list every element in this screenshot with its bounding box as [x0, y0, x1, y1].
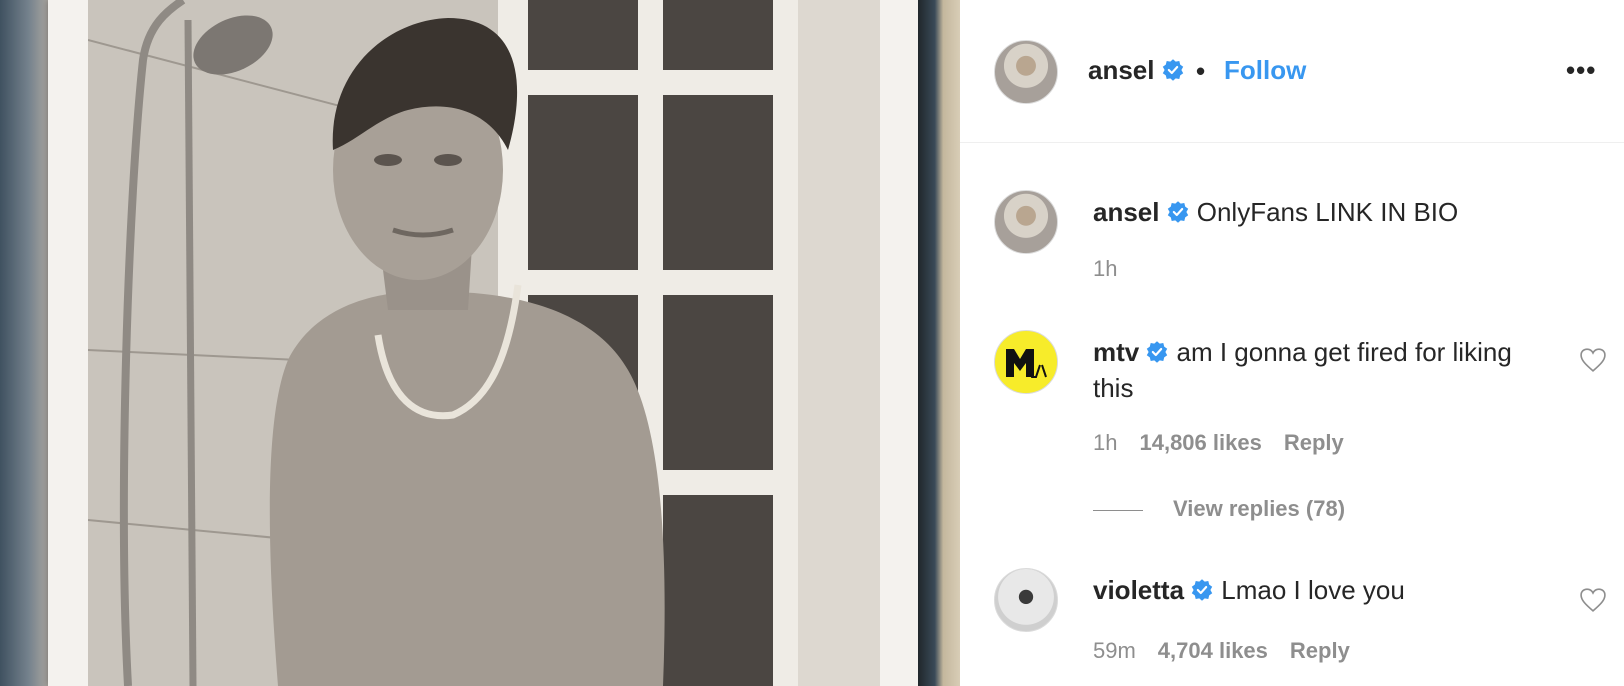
comment-body: OnlyFans LINK IN BIO [1196, 197, 1459, 227]
view-replies-button[interactable]: View replies (78) [1093, 496, 1345, 522]
mtv-logo[interactable] [994, 330, 1058, 394]
heart-icon[interactable] [1580, 588, 1606, 612]
comment-meta: 1h [1093, 256, 1139, 282]
photo-print-image [88, 0, 880, 686]
view-replies-label: View replies (78) [1173, 496, 1346, 521]
comment-time[interactable]: 59m [1093, 638, 1136, 663]
heart-icon[interactable] [1580, 348, 1606, 372]
comment-avatar[interactable] [994, 568, 1058, 632]
comment-text-row: ansel OnlyFans LINK IN BIO [1093, 194, 1523, 230]
reply-button[interactable]: Reply [1290, 638, 1350, 663]
photo-background-left [0, 0, 48, 686]
caption-comment: ansel OnlyFans LINK IN BIO 1h [960, 190, 1624, 300]
comment-meta: 59m 4,704 likes Reply [1093, 638, 1372, 664]
post-header: ansel • Follow ••• [960, 0, 1624, 143]
more-options-icon[interactable]: ••• [1566, 55, 1596, 86]
comment-likes[interactable]: 4,704 likes [1158, 638, 1268, 663]
verified-badge-icon [1162, 59, 1183, 81]
reply-button[interactable]: Reply [1284, 430, 1344, 455]
comment-avatar[interactable] [994, 190, 1058, 254]
author-avatar[interactable] [994, 40, 1058, 104]
comment-text-row: violetta Lmao I love you [1093, 572, 1523, 608]
author-username-row[interactable]: ansel [1088, 55, 1185, 86]
verified-badge-icon [1191, 579, 1213, 601]
verified-badge-icon [1147, 341, 1168, 363]
photo-illustration [88, 0, 880, 686]
comment-item: mtv am I gonna get fired for liking this… [960, 330, 1624, 480]
view-replies-divider [1093, 509, 1143, 511]
comment-body: Lmao I love you [1221, 575, 1405, 605]
comment-username[interactable]: ansel [1093, 197, 1160, 227]
follow-button[interactable]: Follow [1224, 55, 1306, 86]
post-side-panel: ansel • Follow ••• ansel OnlyFans LINK I… [960, 0, 1624, 686]
comment-username[interactable]: violetta [1093, 575, 1184, 605]
comment-meta: 1h 14,806 likes Reply [1093, 430, 1366, 456]
comment-time[interactable]: 1h [1093, 430, 1117, 455]
comment-text-row: mtv am I gonna get fired for liking this [1093, 334, 1523, 406]
verified-badge-icon [1167, 201, 1188, 223]
comment-username[interactable]: mtv [1093, 337, 1139, 367]
photo-background-right [918, 0, 960, 686]
photo-print [48, 0, 918, 686]
header-separator: • [1196, 56, 1206, 86]
comment-time[interactable]: 1h [1093, 256, 1117, 281]
comment-likes[interactable]: 14,806 likes [1139, 430, 1261, 455]
author-username[interactable]: ansel [1088, 55, 1155, 85]
post-photo[interactable] [0, 0, 960, 686]
comment-item: violetta Lmao I love you 59m 4,704 likes R… [960, 568, 1624, 686]
mtv-logo-mark [1006, 349, 1047, 378]
